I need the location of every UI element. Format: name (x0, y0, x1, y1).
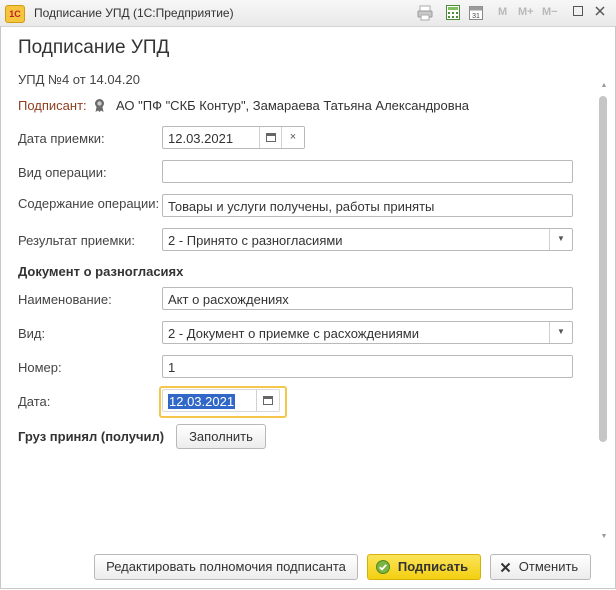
maximize-icon[interactable] (570, 5, 586, 20)
memory-minus-button[interactable]: M− (542, 6, 558, 18)
accept-date-label: Дата приемки: (18, 131, 105, 146)
calendar-picker-icon[interactable] (259, 127, 282, 148)
calendar-icon[interactable]: 31 (468, 4, 484, 21)
doc-date-field[interactable]: 12.03.2021 (162, 389, 280, 412)
cancel-button-label: Отменить (518, 559, 579, 574)
result-label: Результат приемки: (18, 233, 135, 248)
doc-name-input[interactable]: Акт о расхождениях (162, 287, 573, 310)
cancel-button[interactable]: Отменить (490, 554, 591, 580)
op-content-label: Содержание операции: (18, 196, 160, 211)
op-content-input[interactable]: Товары и услуги получены, работы приняты (162, 194, 573, 217)
close-icon[interactable] (592, 5, 608, 20)
doc-kind-value: 2 - Документ о приемке с расхождениями (168, 326, 419, 341)
chevron-down-icon[interactable]: ▼ (549, 229, 572, 250)
calendar-picker-icon[interactable] (256, 390, 279, 411)
calculator-icon[interactable] (445, 4, 461, 21)
result-select[interactable]: 2 - Принято с разногласиями ▼ (162, 228, 573, 251)
scroll-down-icon[interactable]: ▼ (598, 533, 610, 543)
cargo-received-label: Груз принял (получил) (18, 429, 165, 444)
calendar-icon-day: 31 (472, 13, 480, 20)
doc-kind-label: Вид: (18, 326, 46, 341)
doc-name-label: Наименование: (18, 292, 112, 307)
clear-icon[interactable]: × (281, 127, 304, 148)
doc-number-label: Номер: (18, 360, 62, 375)
doc-kind-select[interactable]: 2 - Документ о приемке с расхождениями ▼ (162, 321, 573, 344)
check-icon (376, 560, 390, 574)
sign-button[interactable]: Подписать (367, 554, 481, 580)
chevron-down-icon[interactable]: ▼ (549, 322, 572, 343)
close-icon (500, 562, 511, 573)
memory-m-button[interactable]: M (498, 6, 507, 18)
doc-date-value: 12.03.2021 (168, 394, 236, 409)
signer-label: Подписант: (18, 98, 87, 113)
certificate-icon (95, 99, 104, 112)
accept-date-field[interactable]: 12.03.2021 × (162, 126, 305, 149)
fill-button[interactable]: Заполнить (176, 424, 266, 449)
app-logo-icon: 1С (5, 5, 25, 23)
op-type-input[interactable] (162, 160, 573, 183)
result-value: 2 - Принято с разногласиями (168, 233, 343, 248)
op-type-label: Вид операции: (18, 165, 107, 180)
scroll-up-icon[interactable]: ▲ (598, 82, 610, 92)
doc-number-input[interactable]: 1 (162, 355, 573, 378)
disagreement-section-title: Документ о разногласиях (18, 264, 184, 279)
signer-value: АО "ПФ "СКБ Контур", Замараева Татьяна А… (116, 98, 470, 113)
form-title: Подписание УПД (18, 37, 170, 58)
memory-plus-button[interactable]: M+ (518, 6, 534, 18)
sign-button-label: Подписать (397, 559, 469, 574)
print-icon[interactable] (417, 4, 433, 21)
accept-date-value: 12.03.2021 (168, 131, 234, 146)
doc-date-label: Дата: (18, 394, 51, 409)
scrollbar-thumb[interactable] (599, 96, 607, 442)
window-title: Подписание УПД (1С:Предприятие) (34, 6, 234, 20)
document-reference: УПД №4 от 14.04.20 (18, 72, 140, 87)
edit-authority-button[interactable]: Редактировать полномочия подписанта (94, 554, 358, 580)
